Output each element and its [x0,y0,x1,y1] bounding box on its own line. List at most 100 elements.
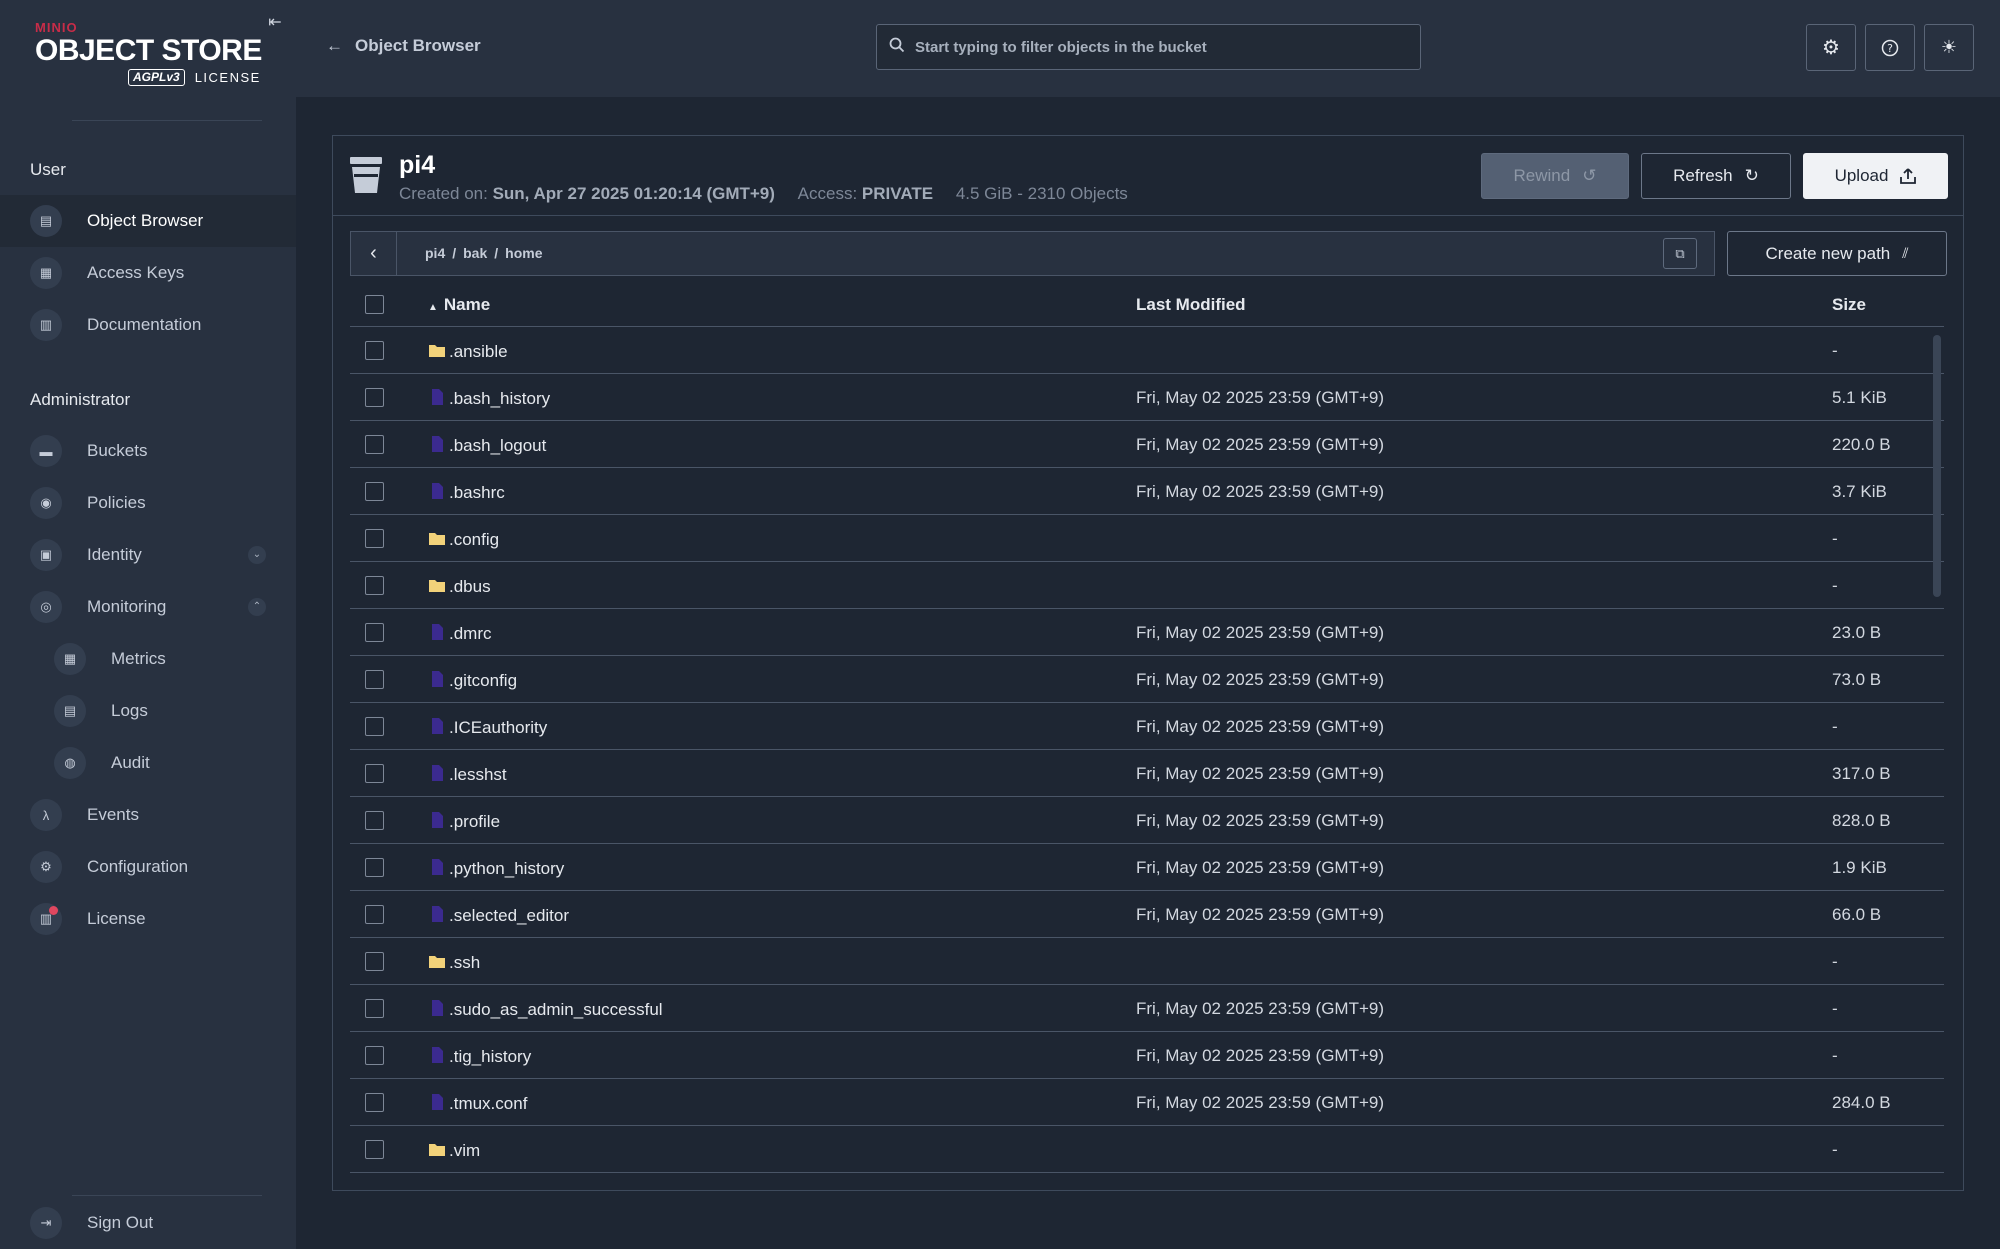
row-checkbox[interactable] [365,529,384,548]
table-scrollbar[interactable] [1933,335,1941,597]
file-icon [432,671,443,687]
sidebar-item-metrics[interactable]: ▦ Metrics [0,633,296,685]
table-row[interactable]: .python_history Fri, May 02 2025 23:59 (G… [350,844,1944,891]
filter-search[interactable] [876,24,1421,70]
copy-icon: ⧉ [1675,245,1685,261]
table-row[interactable]: .ICEauthority Fri, May 02 2025 23:59 (GMT… [350,703,1944,750]
row-checkbox[interactable] [365,1046,384,1065]
chevron-up-icon[interactable]: ⌃ [248,598,266,616]
settings-button[interactable]: ⚙ [1806,24,1856,71]
row-checkbox[interactable] [365,999,384,1018]
row-checkbox[interactable] [365,1140,384,1159]
table-row[interactable]: .lesshst Fri, May 02 2025 23:59 (GMT+9) 31… [350,750,1944,797]
table-row[interactable]: .dmrc Fri, May 02 2025 23:59 (GMT+9) 23.0 … [350,609,1944,656]
sidebar-item-audit[interactable]: ◍ Audit [0,737,296,789]
row-checkbox[interactable] [365,482,384,501]
breadcrumb-back-button[interactable]: ‹ [351,232,397,275]
sidebar-item-configuration[interactable]: ⚙ Configuration [0,841,296,893]
table-row[interactable]: .bashrc Fri, May 02 2025 23:59 (GMT+9) 3.7… [350,468,1944,515]
column-size[interactable]: Size [1832,295,1866,315]
object-name[interactable]: .selected_editor [428,905,569,926]
breadcrumb-item-home[interactable]: home [505,245,542,261]
object-name[interactable]: .gitconfig [428,670,517,691]
row-checkbox[interactable] [365,858,384,877]
table-row[interactable]: .selected_editor Fri, May 02 2025 23:59 (… [350,891,1944,938]
table-row[interactable]: .bash_logout Fri, May 02 2025 23:59 (GMT+… [350,421,1944,468]
object-name[interactable]: .dbus [428,576,491,597]
breadcrumb-item-bak[interactable]: bak [463,245,487,261]
object-last-modified: Fri, May 02 2025 23:59 (GMT+9) [1136,717,1385,736]
table-row[interactable]: .ssh - [350,938,1944,985]
object-name[interactable]: .bash_logout [428,435,546,456]
table-row[interactable]: .sudo_as_admin_successful Fri, May 02 202… [350,985,1944,1032]
row-checkbox[interactable] [365,576,384,595]
back-to-object-browser[interactable]: ← Object Browser [326,36,481,56]
object-name[interactable]: .python_history [428,858,564,879]
help-button[interactable]: ? [1865,24,1915,71]
theme-toggle-button[interactable]: ☀ [1924,24,1974,71]
refresh-button[interactable]: Refresh ↻ [1641,153,1791,199]
sidebar-item-logs[interactable]: ▤ Logs [0,685,296,737]
table-row[interactable]: .profile Fri, May 02 2025 23:59 (GMT+9) 82… [350,797,1944,844]
column-name-label: Name [443,295,491,314]
sidebar-item-identity[interactable]: ▣ Identity ⌄ [0,529,296,581]
sign-out-button[interactable]: ⇥ Sign Out [0,1197,296,1249]
table-row[interactable]: .ansible - [350,327,1944,374]
sidebar-item-access-keys[interactable]: ▦ Access Keys [0,247,296,299]
table-row[interactable]: .tmux.conf Fri, May 02 2025 23:59 (GMT+9)… [350,1079,1944,1126]
row-checkbox[interactable] [365,623,384,642]
table-row[interactable]: .dbus - [350,562,1944,609]
row-checkbox[interactable] [365,905,384,924]
sidebar-item-buckets[interactable]: ▬ Buckets [0,425,296,477]
table-row[interactable]: .config - [350,515,1944,562]
chevron-down-icon[interactable]: ⌄ [248,546,266,564]
object-name[interactable]: .profile [428,811,500,832]
breadcrumb-item-pi4[interactable]: pi4 [425,245,445,261]
object-name[interactable]: .ssh [428,952,480,973]
object-name[interactable]: .bash_history [428,388,550,409]
row-checkbox[interactable] [365,388,384,407]
collapse-sidebar-icon[interactable]: ⇤ [266,14,284,32]
folder-icon [429,533,445,545]
sidebar-item-policies[interactable]: ◉ Policies [0,477,296,529]
column-last-modified[interactable]: Last Modified [1136,295,1246,315]
row-checkbox[interactable] [365,1093,384,1112]
sidebar-item-events[interactable]: λ Events [0,789,296,841]
object-name[interactable]: .bashrc [428,482,505,503]
rewind-button[interactable]: Rewind ↺ [1481,153,1629,199]
object-name[interactable]: .vim [428,1140,480,1161]
copy-path-button[interactable]: ⧉ [1663,238,1697,269]
table-row[interactable]: .tig_history Fri, May 02 2025 23:59 (GMT+… [350,1032,1944,1079]
sidebar-item-monitoring[interactable]: ◎ Monitoring ⌃ [0,581,296,633]
sidebar-item-license[interactable]: ▥ License [0,893,296,945]
column-name[interactable]: ▲ Name [428,295,490,315]
object-name[interactable]: .ansible [428,341,508,362]
table-row[interactable]: .bash_history Fri, May 02 2025 23:59 (GMT… [350,374,1944,421]
object-last-modified: Fri, May 02 2025 23:59 (GMT+9) [1136,1093,1385,1112]
row-checkbox[interactable] [365,952,384,971]
object-name[interactable]: .ICEauthority [428,717,547,738]
row-checkbox[interactable] [365,435,384,454]
row-checkbox[interactable] [365,341,384,360]
table-row[interactable]: .vim - [350,1126,1944,1173]
row-checkbox[interactable] [365,717,384,736]
filter-objects-input[interactable] [915,38,1415,56]
object-name[interactable]: .lesshst [428,764,507,785]
table-row[interactable]: .gitconfig Fri, May 02 2025 23:59 (GMT+9)… [350,656,1944,703]
row-checkbox[interactable] [365,764,384,783]
row-checkbox[interactable] [365,670,384,689]
minio-logo[interactable]: MINIO OBJECT STORE AGPLv3 LICENSE [35,20,265,92]
object-name[interactable]: .tig_history [428,1046,531,1067]
sidebar-item-documentation[interactable]: ▥ Documentation [0,299,296,351]
row-checkbox[interactable] [365,811,384,830]
object-name[interactable]: .dmrc [428,623,492,644]
sidebar-item-object-browser[interactable]: ▤ Object Browser [0,195,296,247]
folder-icon [429,580,445,592]
object-name[interactable]: .tmux.conf [428,1093,527,1114]
object-name[interactable]: .config [428,529,499,550]
create-new-path-button[interactable]: Create new path ⫽ [1727,231,1947,276]
logo-license: LICENSE [194,70,261,85]
upload-button[interactable]: Upload [1803,153,1948,199]
select-all-checkbox[interactable] [365,295,384,314]
object-name[interactable]: .sudo_as_admin_successful [428,999,663,1020]
